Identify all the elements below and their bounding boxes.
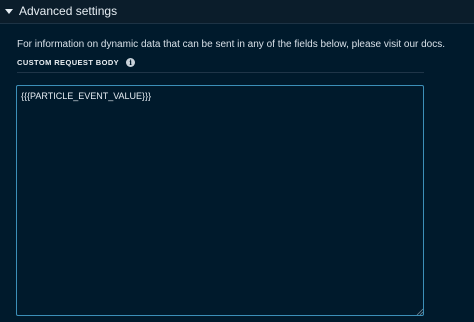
webhook-form: Advanced settings For information on dyn… <box>0 0 474 322</box>
custom-request-body-label-row: CUSTOM REQUEST BODY i <box>17 58 136 67</box>
custom-request-body-label: CUSTOM REQUEST BODY <box>17 58 120 67</box>
resize-handle-icon[interactable] <box>416 308 423 315</box>
advanced-settings-panel: For information on dynamic data that can… <box>0 23 474 322</box>
caret-down-icon <box>5 8 13 14</box>
docs-info-text: For information on dynamic data that can… <box>17 39 446 50</box>
divider <box>17 72 424 73</box>
info-icon[interactable]: i <box>126 58 136 67</box>
advanced-settings-toggle[interactable]: Advanced settings <box>0 0 474 22</box>
section-title: Advanced settings <box>19 4 118 18</box>
custom-request-body-field[interactable] <box>16 85 424 316</box>
